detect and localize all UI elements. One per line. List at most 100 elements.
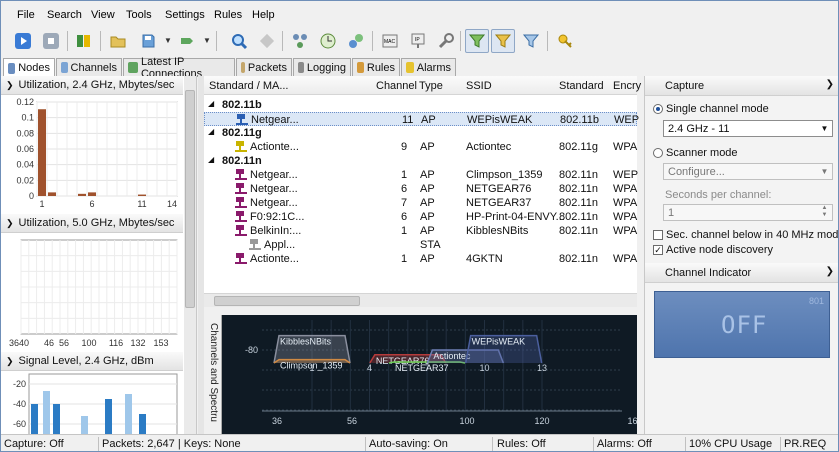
seconds-spinner[interactable]: 1 ▲ ▼ xyxy=(663,204,833,221)
scanner-mode-radio[interactable] xyxy=(653,148,663,158)
access-point-icon xyxy=(235,141,247,152)
tab-nodes[interactable]: Nodes xyxy=(3,58,55,77)
open-folder-button[interactable] xyxy=(106,29,130,53)
col-ssid[interactable]: SSID xyxy=(466,80,492,92)
table-row[interactable]: Appl... STA xyxy=(204,238,637,252)
menu-view[interactable]: View xyxy=(91,9,115,21)
connections-button[interactable] xyxy=(344,29,368,53)
ip-button[interactable]: IP xyxy=(406,29,430,53)
col-type[interactable]: Type xyxy=(419,80,443,92)
access-point-icon xyxy=(235,169,247,180)
tab-logging[interactable]: Logging xyxy=(293,58,351,76)
signal-bar-3 xyxy=(53,404,60,434)
nodes-button[interactable] xyxy=(288,29,312,53)
col-standard2[interactable]: Standard xyxy=(559,80,604,92)
menu-tools[interactable]: Tools xyxy=(126,9,152,21)
export-button[interactable] xyxy=(175,29,199,53)
node-channel: 11 xyxy=(402,114,414,126)
channel-indicator-header[interactable]: Channel Indicator ❯ xyxy=(645,263,838,283)
table-row[interactable]: F0:92:1C... 6 AP HP-Print-04-ENVY... 802.11n… xyxy=(204,210,637,224)
channel-indicator-display: 801 OFF xyxy=(654,291,830,358)
x-tick-label: 11 xyxy=(137,199,146,209)
capture-header[interactable]: Capture ❯ xyxy=(645,76,838,96)
x-tick-label: 132 xyxy=(130,338,145,348)
table-row[interactable]: Netgear... 11 AP WEPisWEAK 802.11b WEP xyxy=(204,112,639,126)
status-req: PR.REQ xyxy=(784,438,827,450)
start-capture-button[interactable] xyxy=(11,29,35,53)
y-tick-label: -80 xyxy=(245,345,258,355)
expand-icon[interactable]: ◢ xyxy=(208,127,214,136)
x-tick-label: 10 xyxy=(479,363,489,373)
edit-button[interactable] xyxy=(255,29,279,53)
group-row[interactable]: ◢ 802.11n xyxy=(204,154,637,168)
hscroll-thumb[interactable] xyxy=(214,296,360,306)
table-row[interactable]: BelkinIn:... 1 AP KibblesNBits 802.11n WPA xyxy=(204,224,637,238)
save-button[interactable] xyxy=(136,29,160,53)
col-encryption[interactable]: Encry xyxy=(613,80,641,92)
collapse-icon: ❯ xyxy=(825,266,834,277)
signal-level-header[interactable]: ❯ Signal Level, 2.4 GHz, dBm xyxy=(1,352,183,371)
group-name: 802.11n xyxy=(222,155,262,167)
tab-packets[interactable]: Packets xyxy=(236,58,292,76)
group-row[interactable]: ◢ 802.11b xyxy=(204,98,637,112)
menu-search[interactable]: Search xyxy=(47,9,82,21)
single-channel-label: Single channel mode xyxy=(666,103,769,115)
y-tick-label: -40 xyxy=(13,399,26,409)
group-row[interactable]: ◢ 802.11g xyxy=(204,126,637,140)
access-point-icon xyxy=(236,114,248,125)
indicator-corner-text: 801 xyxy=(808,296,824,306)
tab-rules[interactable]: Rules xyxy=(352,58,400,76)
channel-select[interactable]: 2.4 GHz - 11 ▼ xyxy=(663,120,833,137)
signal-bar-4 xyxy=(81,416,88,434)
active-discovery-checkbox[interactable]: ✓ xyxy=(653,245,663,255)
expand-icon[interactable]: ◢ xyxy=(208,99,214,108)
configure-select[interactable]: Configure... ▼ xyxy=(663,163,833,180)
table-row[interactable]: Netgear... 1 AP Climpson_1359 802.11n WEP xyxy=(204,168,638,182)
single-channel-radio[interactable] xyxy=(653,104,663,114)
keys-button[interactable] xyxy=(553,29,577,53)
bar-ch-11 xyxy=(138,194,146,196)
table-row[interactable]: Actionte... 9 AP Actiontec 802.11g WPA xyxy=(204,140,637,154)
col-channel[interactable]: Channel xyxy=(376,80,417,92)
open-log-button[interactable] xyxy=(72,29,96,53)
tab-latest-ip-connections[interactable]: Latest IP Connections xyxy=(123,56,235,80)
left-scrollbar-thumb[interactable] xyxy=(185,90,195,308)
x-tick-label: 6 xyxy=(89,199,94,209)
filter-protocol-button[interactable] xyxy=(519,29,543,53)
node-type: AP xyxy=(420,169,435,181)
access-point-icon xyxy=(235,211,247,222)
menu-settings[interactable]: Settings xyxy=(165,9,205,21)
tab-channels[interactable]: Channels xyxy=(56,58,122,76)
table-row[interactable]: Netgear... 6 AP NETGEAR76 802.11n WPA xyxy=(204,182,637,196)
filter-button[interactable] xyxy=(465,29,489,53)
menu-help[interactable]: Help xyxy=(252,9,275,21)
clock-icon xyxy=(320,33,336,49)
chevron-down-icon[interactable]: ▼ xyxy=(164,36,172,45)
series-label: WEPisWEAK xyxy=(472,337,526,347)
chevron-down-icon[interactable]: ▼ xyxy=(203,36,211,45)
col-standard[interactable]: Standard / MA... xyxy=(209,80,288,92)
node-ssid: KibblesNBits xyxy=(466,225,529,237)
spectrum-side-tab[interactable]: Channels and Spectru xyxy=(204,315,222,434)
y-tick-label: 0.06 xyxy=(16,144,34,154)
access-point-icon xyxy=(249,239,261,250)
menu-rules[interactable]: Rules xyxy=(214,9,242,21)
utilization-5-header[interactable]: ❯ Utilization, 5.0 GHz, Mbytes/sec xyxy=(1,214,183,233)
table-row[interactable]: Actionte... 1 AP 4GKTN 802.11n WPA xyxy=(204,252,637,266)
sec-channel-checkbox[interactable] xyxy=(653,230,663,240)
search-button[interactable] xyxy=(227,29,251,53)
expand-icon[interactable]: ◢ xyxy=(208,155,214,164)
menu-file[interactable]: File xyxy=(17,9,35,21)
mac-button[interactable]: MAC xyxy=(378,29,402,53)
filter-ip-button[interactable] xyxy=(491,29,515,53)
utilization-24-header[interactable]: ❯ Utilization, 2.4 GHz, Mbytes/sec xyxy=(1,76,183,95)
tab-alarms[interactable]: Alarms xyxy=(401,58,456,76)
network-icon xyxy=(293,34,307,48)
table-hscrollbar[interactable] xyxy=(204,293,637,307)
settings-button[interactable] xyxy=(434,29,458,53)
x-tick-label: 3640 xyxy=(9,338,29,348)
table-row[interactable]: Netgear... 7 AP NETGEAR37 802.11n WPA xyxy=(204,196,637,210)
schedule-button[interactable] xyxy=(316,29,340,53)
node-standard: 802.11n xyxy=(559,169,598,181)
stop-capture-button[interactable] xyxy=(39,29,63,53)
